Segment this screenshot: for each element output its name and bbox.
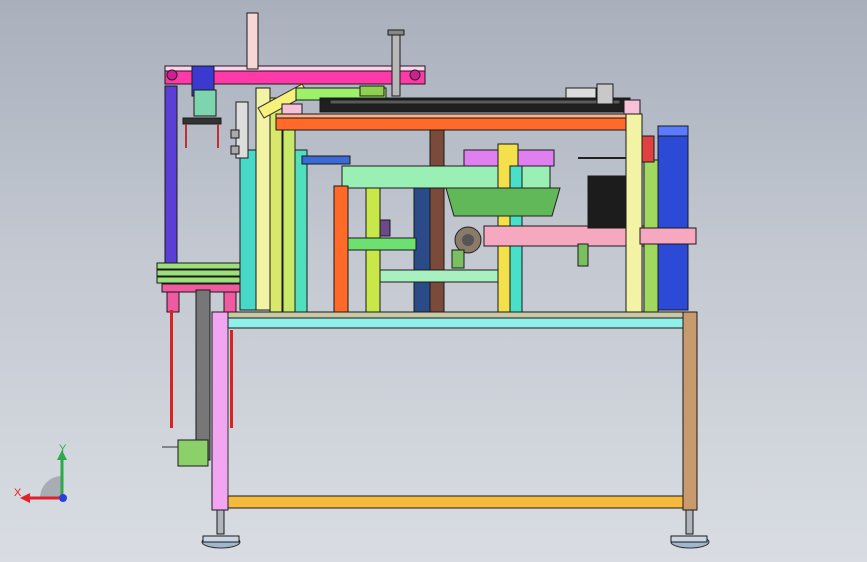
triad-plane (40, 476, 62, 498)
base-table-frame[interactable] (211, 311, 698, 511)
leveling-foot-right (670, 509, 710, 549)
leveling-foot-left (201, 509, 241, 549)
center-shaft (429, 129, 445, 313)
y-axis-label: Y (59, 443, 67, 455)
z-axis-dot (59, 494, 67, 502)
left-lift-cylinder[interactable] (156, 262, 246, 467)
cad-graphics-viewport[interactable]: Y X (0, 0, 867, 562)
orange-top-beam[interactable] (275, 113, 627, 131)
top-pillar (246, 12, 259, 70)
machine-assembly-model[interactable] (0, 0, 867, 562)
x-axis-label: X (14, 487, 22, 499)
axis-triad: Y X (14, 443, 67, 503)
